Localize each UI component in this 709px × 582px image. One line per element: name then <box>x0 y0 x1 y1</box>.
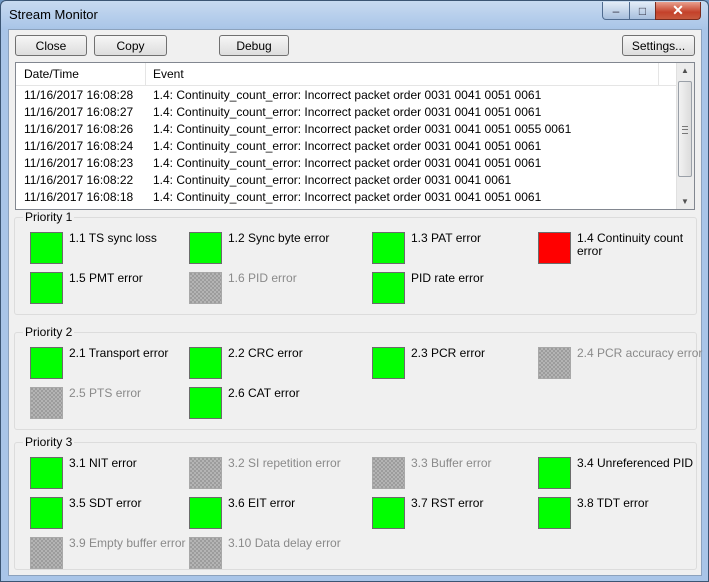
status-light <box>30 387 63 419</box>
status-light <box>538 457 571 489</box>
stream-monitor-window: Stream Monitor – □ ✕ Close Copy Debug Se… <box>0 0 709 582</box>
close-button[interactable]: Close <box>15 35 87 56</box>
log-time-cell: 11/16/2017 16:08:22 <box>24 173 134 187</box>
status-light <box>189 387 222 419</box>
window-close-button[interactable]: ✕ <box>655 2 701 20</box>
indicator-label: 3.2 SI repetition error <box>228 456 341 470</box>
copy-button[interactable]: Copy <box>94 35 167 56</box>
event-log-list[interactable]: Date/Time Event 11/16/2017 16:08:28 1.4: … <box>15 62 695 210</box>
status-light <box>538 232 571 264</box>
indicator-label: 3.9 Empty buffer error <box>69 536 186 550</box>
indicator-label: PID rate error <box>411 271 484 285</box>
indicator-label: 2.5 PTS error <box>69 386 142 400</box>
status-light <box>30 537 63 569</box>
maximize-button[interactable]: □ <box>629 2 656 20</box>
indicator-label: 3.6 EIT error <box>228 496 296 510</box>
column-header-event[interactable]: Event <box>153 67 184 81</box>
status-light <box>189 457 222 489</box>
status-light <box>189 347 222 379</box>
indicator-label: 3.4 Unreferenced PID <box>577 456 694 470</box>
indicator-label: 1.4 Continuity count error <box>577 231 684 258</box>
column-divider[interactable] <box>145 63 146 85</box>
status-light <box>30 272 63 304</box>
window-title: Stream Monitor <box>9 7 98 22</box>
priority-2-group: Priority 2 2.1 Transport error 2.2 CRC er… <box>14 325 702 430</box>
status-light <box>189 537 222 569</box>
scroll-up-icon[interactable]: ▲ <box>681 66 689 75</box>
indicator-label: 2.2 CRC error <box>228 346 303 360</box>
indicator-label: 2.6 CAT error <box>228 386 300 400</box>
status-light <box>30 457 63 489</box>
grip-icon <box>682 126 688 134</box>
priority-1-group: Priority 1 1.1 TS sync loss 1.2 Sync byte… <box>14 210 697 315</box>
log-time-cell: 11/16/2017 16:08:24 <box>24 139 134 153</box>
indicator-label: 3.3 Buffer error <box>411 456 492 470</box>
indicator-label: 3.8 TDT error <box>577 496 649 510</box>
log-event-cell: 1.4: Continuity_count_error: Incorrect p… <box>153 122 572 136</box>
status-light <box>189 497 222 529</box>
column-header-datetime[interactable]: Date/Time <box>24 67 79 81</box>
log-time-cell: 11/16/2017 16:08:18 <box>24 190 134 204</box>
status-light <box>538 347 571 379</box>
status-light <box>372 347 405 379</box>
table-row[interactable]: 11/16/2017 16:08:24 1.4: Continuity_count… <box>16 138 678 155</box>
settings-button[interactable]: Settings... <box>622 35 695 56</box>
close-icon: ✕ <box>672 2 684 18</box>
log-event-cell: 1.4: Continuity_count_error: Incorrect p… <box>153 88 542 102</box>
indicator-label: 1.2 Sync byte error <box>228 231 330 245</box>
scroll-thumb[interactable] <box>678 81 692 177</box>
status-light <box>372 497 405 529</box>
priority-1-title: Priority 1 <box>23 210 75 224</box>
indicator-label: 3.7 RST error <box>411 496 484 510</box>
status-light <box>30 497 63 529</box>
priority-2-title: Priority 2 <box>23 325 75 339</box>
indicator-label: 2.1 Transport error <box>69 346 169 360</box>
log-header: Date/Time Event <box>16 63 678 86</box>
table-row[interactable]: 11/16/2017 16:08:27 1.4: Continuity_count… <box>16 104 678 121</box>
indicator-label: 3.10 Data delay error <box>228 536 341 550</box>
indicator-label: 2.4 PCR accuracy error <box>577 346 703 360</box>
debug-button[interactable]: Debug <box>219 35 289 56</box>
indicator-label: 1.6 PID error <box>228 271 297 285</box>
status-light <box>538 497 571 529</box>
status-light <box>30 347 63 379</box>
log-time-cell: 11/16/2017 16:08:23 <box>24 156 134 170</box>
log-event-cell: 1.4: Continuity_count_error: Incorrect p… <box>153 173 512 187</box>
indicator-label: 3.5 SDT error <box>69 496 142 510</box>
log-event-cell: 1.4: Continuity_count_error: Incorrect p… <box>153 105 542 119</box>
priority-3-title: Priority 3 <box>23 435 75 449</box>
table-row[interactable]: 11/16/2017 16:08:22 1.4: Continuity_count… <box>16 172 678 189</box>
maximize-icon: □ <box>638 3 647 18</box>
status-light <box>30 232 63 264</box>
status-light <box>189 272 222 304</box>
log-event-cell: 1.4: Continuity_count_error: Incorrect p… <box>153 156 542 170</box>
column-divider[interactable] <box>658 63 659 85</box>
minimize-icon: – <box>612 3 620 18</box>
indicator-label: 1.5 PMT error <box>69 271 143 285</box>
indicator-label: 1.1 TS sync loss <box>69 231 157 245</box>
table-row[interactable]: 11/16/2017 16:08:26 1.4: Continuity_count… <box>16 121 678 138</box>
table-row[interactable]: 11/16/2017 16:08:23 1.4: Continuity_count… <box>16 155 678 172</box>
client-area: Close Copy Debug Settings... Date/Time E… <box>8 29 702 576</box>
scroll-down-icon[interactable]: ▼ <box>681 197 689 206</box>
minimize-button[interactable]: – <box>602 2 630 20</box>
status-light <box>372 272 405 304</box>
log-time-cell: 11/16/2017 16:08:26 <box>24 122 134 136</box>
table-row[interactable]: 11/16/2017 16:08:28 1.4: Continuity_count… <box>16 87 678 104</box>
title-bar[interactable]: Stream Monitor – □ ✕ <box>1 1 708 29</box>
status-light <box>189 232 222 264</box>
priority-3-group: Priority 3 3.1 NIT error 3.2 SI repetitio… <box>14 435 697 570</box>
log-scrollbar[interactable]: ▲ ▼ <box>676 63 694 209</box>
indicator-label: 2.3 PCR error <box>411 346 486 360</box>
log-event-cell: 1.4: Continuity_count_error: Incorrect p… <box>153 139 542 153</box>
log-event-cell: 1.4: Continuity_count_error: Incorrect p… <box>153 190 542 204</box>
log-time-cell: 11/16/2017 16:08:27 <box>24 105 134 119</box>
status-light <box>372 232 405 264</box>
table-row[interactable]: 11/16/2017 16:08:18 1.4: Continuity_count… <box>16 189 678 206</box>
log-time-cell: 11/16/2017 16:08:28 <box>24 88 134 102</box>
indicator-label: 1.3 PAT error <box>411 231 482 245</box>
status-light <box>372 457 405 489</box>
indicator-label: 3.1 NIT error <box>69 456 137 470</box>
